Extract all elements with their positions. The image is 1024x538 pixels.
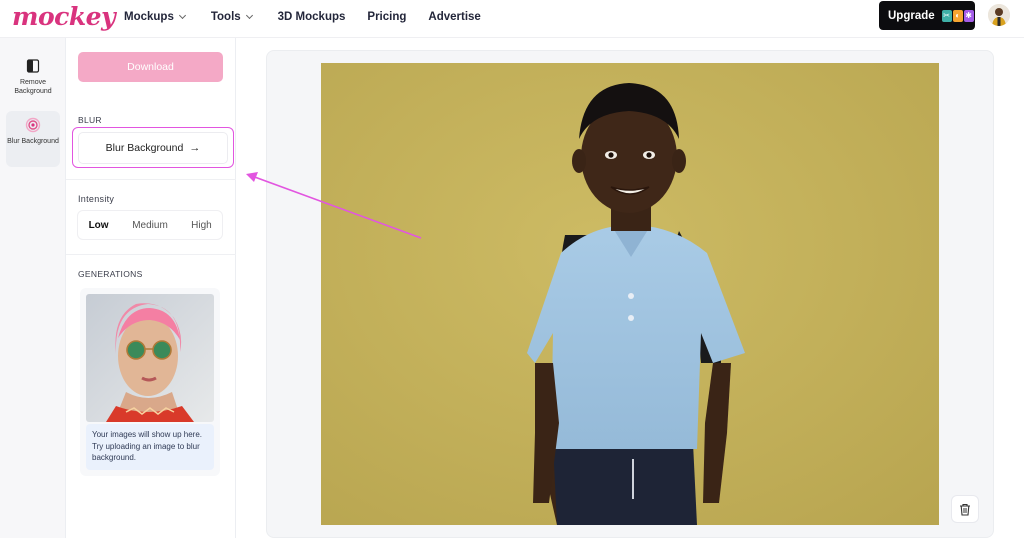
nav-mockups[interactable]: Mockups — [124, 11, 186, 23]
upgrade-badge-icons: ✂ ◐ ✱ — [941, 9, 975, 22]
generations-label: GENERATIONS — [78, 269, 143, 279]
intensity-option-low[interactable]: Low — [78, 220, 119, 231]
arrow-right-icon: → — [189, 141, 201, 154]
intensity-option-high[interactable]: High — [181, 220, 222, 231]
nav-advertise-label: Advertise — [428, 11, 481, 23]
generation-card[interactable]: Your images will show up here. Try uploa… — [80, 288, 220, 476]
chevron-down-icon — [178, 11, 186, 20]
blur-background-button[interactable]: Blur Background → — [79, 132, 227, 163]
generations-hint: Your images will show up here. Try uploa… — [86, 424, 214, 470]
top-header: mockey Mockups Tools 3D Mockups Pricing … — [0, 0, 1024, 38]
rail-item-remove-background[interactable]: Remove Background — [6, 52, 60, 108]
sample-portrait-image — [86, 294, 214, 422]
image-canvas — [266, 50, 994, 538]
tool-icon: ✱ — [963, 9, 974, 22]
blur-section-label: BLUR — [78, 115, 102, 125]
mockey-logo[interactable]: mockey — [12, 2, 116, 31]
main-nav: Mockups Tools 3D Mockups Pricing Adverti… — [124, 11, 507, 23]
blur-background-icon — [25, 117, 41, 133]
main-workspace — [236, 38, 1024, 538]
tool-icon: ✂ — [941, 9, 952, 22]
upgrade-label: Upgrade — [888, 9, 935, 22]
nav-3d-mockups-label: 3D Mockups — [277, 11, 346, 23]
blur-button-highlight: Blur Background → — [72, 127, 234, 168]
divider — [66, 254, 236, 255]
delete-button[interactable] — [952, 496, 978, 522]
remove-background-icon — [26, 59, 40, 73]
intensity-option-medium[interactable]: Medium — [119, 220, 181, 231]
nav-tools-label: Tools — [210, 11, 241, 23]
trash-icon — [960, 503, 970, 516]
upgrade-button[interactable]: Upgrade ✂ ◐ ✱ — [879, 1, 975, 30]
rail-item-label: Remove Background — [14, 79, 52, 95]
divider — [66, 179, 236, 180]
nav-mockups-label: Mockups — [124, 11, 174, 23]
intensity-selector: Low Medium High — [78, 211, 222, 239]
avatar-image — [988, 4, 1010, 26]
nav-pricing-label: Pricing — [367, 11, 407, 23]
boy-photo-image — [321, 63, 939, 525]
tool-icon: ◐ — [952, 9, 963, 22]
uploaded-photo[interactable] — [321, 63, 939, 525]
blur-panel: Download BLUR Blur Background → Intensit… — [66, 38, 236, 538]
generation-thumbnail[interactable] — [86, 294, 214, 422]
rail-item-blur-background[interactable]: Blur Background — [6, 111, 60, 167]
user-avatar[interactable] — [988, 4, 1010, 26]
intensity-label: Intensity — [78, 194, 115, 204]
rail-item-label: Blur Background — [7, 138, 59, 145]
nav-tools[interactable]: Tools — [210, 11, 253, 23]
download-button[interactable]: Download — [78, 52, 223, 82]
chevron-down-icon — [245, 11, 253, 20]
nav-3d-mockups[interactable]: 3D Mockups — [278, 11, 346, 23]
nav-advertise[interactable]: Advertise — [428, 11, 480, 23]
tool-rail: Remove Background Blur Background — [0, 38, 66, 538]
nav-pricing[interactable]: Pricing — [367, 11, 406, 23]
blur-background-button-label: Blur Background — [105, 141, 184, 154]
